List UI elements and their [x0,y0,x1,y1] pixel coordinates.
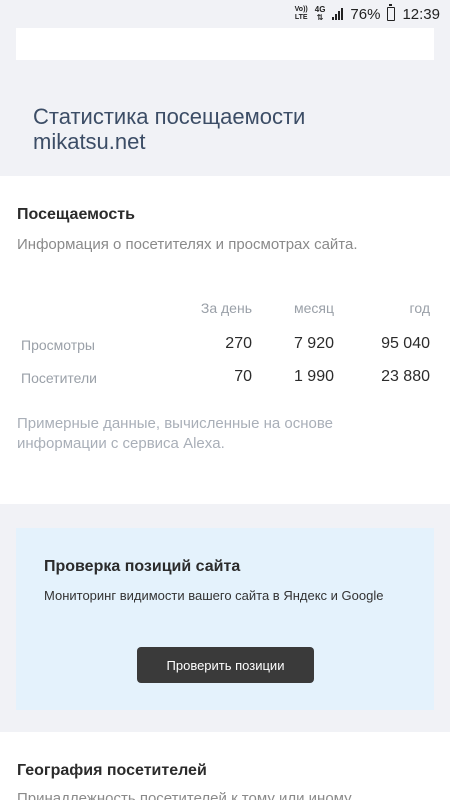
row-label-views: Просмотры [21,337,95,353]
network-type-icon: 4G ⇅ [314,5,326,22]
status-bar: Vo)) LTE 4G ⇅ 76% 12:39 [0,0,450,28]
geo-description: Принадлежность посетителей к тому или ин… [17,790,352,800]
clock: 12:39 [402,5,440,23]
attendance-description: Информация о посетителях и просмотрах са… [17,236,358,253]
attendance-heading: Посещаемость [17,206,135,223]
promo-heading: Проверка позиций сайта [44,558,241,575]
attendance-card: Посещаемость Информация о посетителях и … [0,176,450,504]
views-month: 7 920 [293,335,334,352]
data-source-note: Примерные данные, вычисленные на основе … [17,415,333,452]
geography-card: География посетителей Принадлежность пос… [0,732,450,800]
check-positions-button[interactable]: Проверить позиции [137,647,314,683]
battery-percent: 76% [350,5,381,23]
position-check-card: Проверка позиций сайта Мониторинг видимо… [16,528,434,710]
column-header-month: месяц [293,300,334,316]
stats-title: Статистика посещаемости mikatsu.net [33,104,306,154]
visitors-month: 1 990 [293,368,334,385]
views-day: 270 [225,335,252,352]
views-year: 95 040 [381,335,430,352]
geo-heading: География посетителей [17,762,207,779]
promo-description: Мониторинг видимости вашего сайта в Янде… [44,588,384,603]
row-label-visitors: Посетители [21,370,97,386]
visitors-day: 70 [234,368,252,385]
column-header-day: За день [200,300,252,316]
battery-icon [387,4,396,21]
visitors-year: 23 880 [381,368,430,385]
column-header-year: год [409,300,430,316]
signal-icon [332,8,344,20]
volte-indicator: Vo)) LTE [294,6,308,21]
